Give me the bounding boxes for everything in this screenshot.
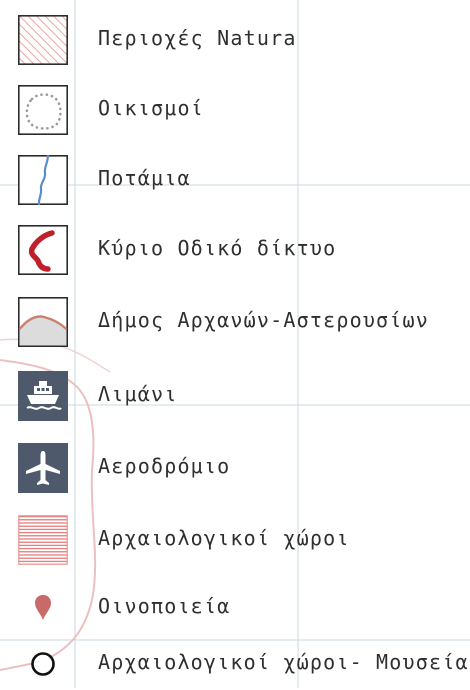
legend-item-main-road: Κύριο Οδικό δίκτυο [0,220,470,276]
legend-label-port: Λιμάνι [98,382,178,406]
airplane-icon [18,443,68,493]
circle-icon [31,652,55,676]
ship-icon [18,371,68,421]
legend-label-municipality: Δήμος Αρχανών-Αστερουσίων [98,308,430,332]
legend-item-natura: Περιοχές Natura [0,10,470,66]
map-pin-icon [35,595,51,620]
legend-label-settlements: Οικισμοί [98,96,204,120]
archaeological-hatch-icon [18,515,68,565]
legend-label-natura: Περιοχές Natura [98,26,297,50]
legend-item-rivers: Ποτάμια [0,150,470,206]
legend-item-wineries: Οινοποιεία [0,578,470,634]
legend-item-municipality: Δήμος Αρχανών-Αστερουσίων [0,292,470,348]
legend-label-airport: Αεροδρόμιο [98,454,231,478]
municipality-area-icon [18,297,68,347]
legend-item-museums: Αρχαιολογικοί χώροι- Μουσεία [0,634,470,690]
legend-item-port: Λιμάνι [0,366,470,422]
natura-hatch-icon [18,15,68,65]
legend-item-airport: Αεροδρόμιο [0,438,470,494]
legend-label-museums: Αρχαιολογικοί χώροι- Μουσεία [98,650,469,674]
settlement-dotted-icon [18,85,68,135]
legend-item-settlements: Οικισμοί [0,80,470,136]
main-road-icon [18,225,68,275]
legend-label-archaeological-sites: Αρχαιολογικοί χώροι [98,526,350,550]
legend-label-wineries: Οινοποιεία [98,594,231,618]
river-icon [18,155,68,205]
legend-item-archaeological-sites: Αρχαιολογικοί χώροι [0,510,470,566]
legend-label-rivers: Ποτάμια [98,166,191,190]
legend-label-main-road: Κύριο Οδικό δίκτυο [98,236,337,260]
